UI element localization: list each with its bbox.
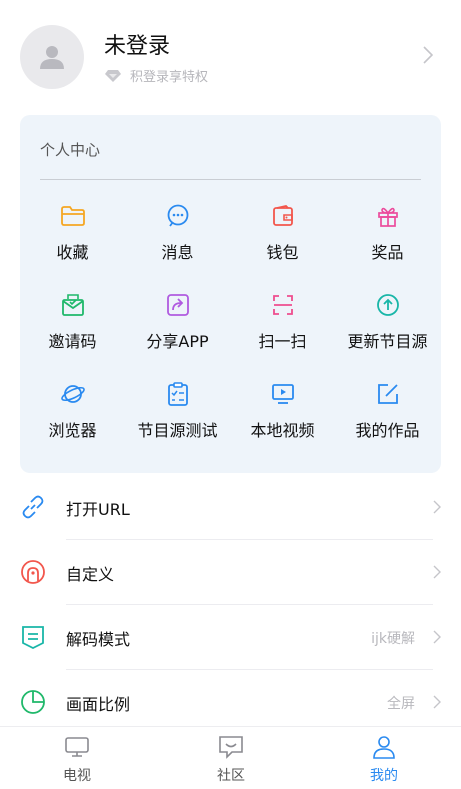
grid-label: 钱包 xyxy=(266,243,299,262)
custom-row[interactable]: 自定义 xyxy=(0,540,461,605)
grid-item-source-test[interactable]: 节目源测试 xyxy=(125,381,230,441)
nav-tab-tv[interactable]: 电视 xyxy=(32,735,122,785)
grid-label: 扫一扫 xyxy=(258,332,307,351)
grid-item-local-video[interactable]: 本地视频 xyxy=(230,381,335,441)
aspect-ratio-icon xyxy=(21,690,45,714)
grid-item-invite-code[interactable]: 邀请码 xyxy=(20,292,125,352)
row-label: 画面比例 xyxy=(66,695,131,714)
scan-icon xyxy=(270,292,296,318)
grid-label: 更新节目源 xyxy=(347,332,428,351)
decode-icon xyxy=(22,626,44,650)
update-source-icon xyxy=(375,292,401,318)
grid-label: 浏览器 xyxy=(48,421,97,440)
browser-icon xyxy=(60,381,86,407)
personal-center-card: 个人中心 收藏 消息 钱包 奖品 邀请码 分享APP 扫一扫 更新节目源 浏览器… xyxy=(20,115,441,473)
grid-item-scan[interactable]: 扫一扫 xyxy=(230,292,335,352)
chevron-right-icon xyxy=(433,500,441,514)
privilege-text: 积登录享特权 xyxy=(130,70,209,85)
grid-label: 节目源测试 xyxy=(137,421,218,440)
grid-item-prizes[interactable]: 奖品 xyxy=(335,203,440,263)
nav-label: 电视 xyxy=(63,768,91,784)
open-url-row[interactable]: 打开URL xyxy=(0,475,461,540)
login-privilege: 积登录享特权 xyxy=(104,66,208,85)
grid-label: 消息 xyxy=(161,243,194,262)
chevron-right-icon xyxy=(433,630,441,644)
profile-header[interactable]: 未登录 积登录享特权 xyxy=(0,0,461,112)
grid-label: 奖品 xyxy=(371,243,404,262)
source-test-icon xyxy=(165,381,191,407)
invite-code-icon xyxy=(60,292,86,318)
row-label: 打开URL xyxy=(66,500,130,519)
my-works-icon xyxy=(375,381,401,407)
tv-icon xyxy=(65,737,89,757)
grid-item-share-app[interactable]: 分享APP xyxy=(125,292,230,352)
wallet-icon xyxy=(270,203,296,229)
grid-item-browser[interactable]: 浏览器 xyxy=(20,381,125,441)
divider xyxy=(40,179,421,180)
chevron-right-icon[interactable] xyxy=(423,46,433,64)
nav-label: 社区 xyxy=(217,768,245,784)
avatar[interactable] xyxy=(20,25,84,89)
grid-label: 邀请码 xyxy=(48,332,97,351)
local-video-icon xyxy=(270,381,296,407)
bottom-nav: 电视 社区 我的 xyxy=(0,726,461,789)
grid-item-wallet[interactable]: 钱包 xyxy=(230,203,335,263)
grid-item-my-works[interactable]: 我的作品 xyxy=(335,381,440,441)
decode-mode-row[interactable]: 解码模式 ijk硬解 xyxy=(0,605,461,670)
nav-tab-community[interactable]: 社区 xyxy=(186,735,276,785)
message-icon xyxy=(165,203,191,229)
username: 未登录 xyxy=(104,34,171,59)
community-icon xyxy=(219,736,243,759)
profile-icon xyxy=(373,736,395,759)
grid-label: 本地视频 xyxy=(250,421,315,440)
row-label: 解码模式 xyxy=(66,630,131,649)
custom-icon xyxy=(21,560,45,584)
link-icon xyxy=(22,495,44,519)
grid-label: 我的作品 xyxy=(355,421,420,440)
grid-item-messages[interactable]: 消息 xyxy=(125,203,230,263)
gift-icon xyxy=(375,203,401,229)
user-silhouette-icon xyxy=(40,46,64,69)
nav-label: 我的 xyxy=(370,768,398,784)
aspect-ratio-value: 全屏 xyxy=(387,696,415,712)
personal-center-title: 个人中心 xyxy=(40,141,101,159)
chevron-right-icon xyxy=(433,695,441,709)
row-label: 自定义 xyxy=(66,565,115,584)
chevron-right-icon xyxy=(433,565,441,579)
grid-label: 收藏 xyxy=(56,243,89,262)
grid-item-update-source[interactable]: 更新节目源 xyxy=(335,292,440,352)
decode-mode-value: ijk硬解 xyxy=(371,631,415,647)
grid-item-favorites[interactable]: 收藏 xyxy=(20,203,125,263)
diamond-icon xyxy=(105,69,121,82)
nav-tab-mine[interactable]: 我的 xyxy=(339,735,429,785)
grid-label: 分享APP xyxy=(146,332,209,351)
share-icon xyxy=(165,292,191,318)
folder-icon xyxy=(60,203,86,229)
